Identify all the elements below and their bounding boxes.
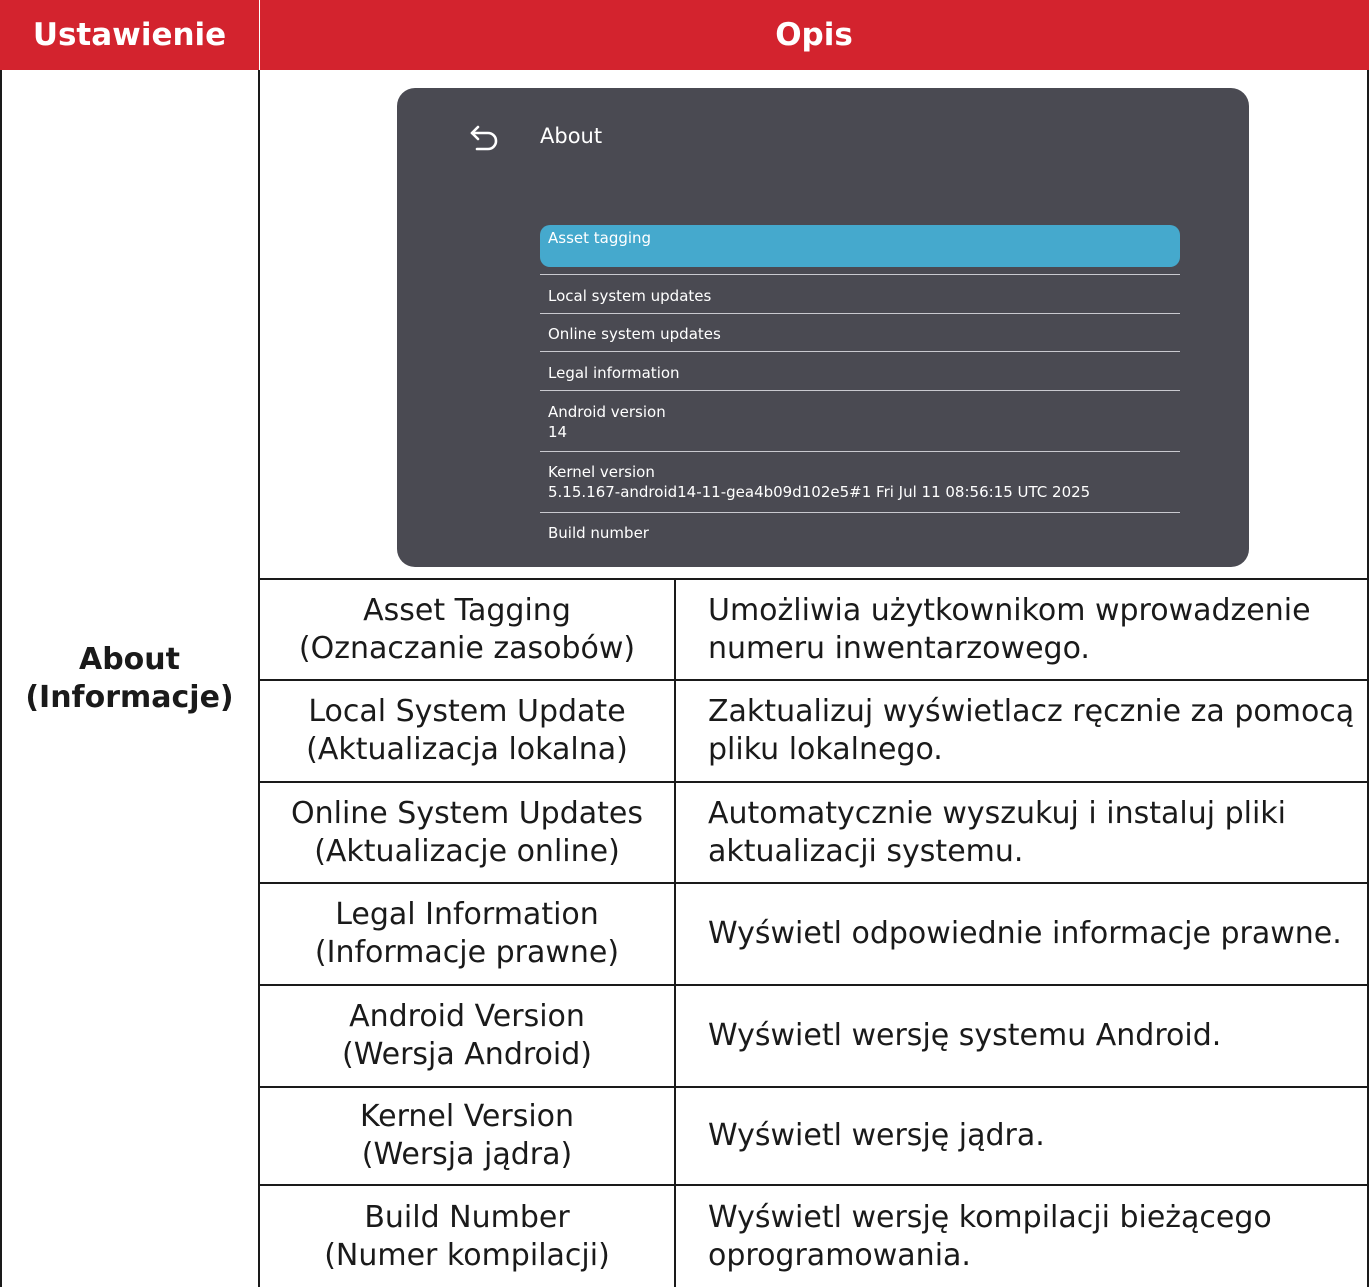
- row-name-line2: (Aktualizacja lokalna): [306, 732, 628, 767]
- row-desc-line2: pliku lokalnego.: [708, 732, 943, 767]
- row-desc-line1: Wyświetl wersję systemu Android.: [708, 1018, 1222, 1053]
- row-desc-build-number: Wyświetl wersję kompilacji bieżącego opro…: [675, 1186, 1369, 1287]
- menu-separator: [540, 451, 1180, 452]
- row-name-local-update: Local System Update (Aktualizacja lokalna…: [259, 681, 675, 781]
- menu-item-label: Kernel version: [548, 463, 655, 481]
- menu-item-asset-tagging: Asset tagging: [540, 225, 1180, 267]
- menu-item-legal-information: Legal information: [548, 364, 680, 382]
- row-name-line2: (Numer kompilacji): [324, 1237, 610, 1273]
- row-name-line2: (Wersja jądra): [361, 1137, 573, 1172]
- menu-item-android-version: Android version 14: [548, 403, 666, 441]
- menu-item-label: Legal information: [548, 364, 680, 382]
- row-desc-line1: Wyświetl wersję kompilacji bieżącego: [708, 1199, 1272, 1235]
- menu-separator: [540, 390, 1180, 391]
- row-desc-kernel-version: Wyświetl wersję jądra.: [675, 1088, 1369, 1184]
- row-desc-line1: Automatycznie wyszukuj i instaluj pliki: [708, 795, 1287, 831]
- row-desc-line2: numeru inwentarzowego.: [708, 630, 1090, 666]
- row-name-line2: (Aktualizacje online): [314, 833, 620, 869]
- menu-item-kernel-version: Kernel version 5.15.167-android14-11-gea…: [548, 463, 1090, 501]
- row-desc-local-update: Zaktualizuj wyświetlacz ręcznie za pomoc…: [675, 681, 1369, 781]
- row-name-line1: Build Number: [364, 1199, 570, 1235]
- table-header: Ustawienie Opis: [0, 0, 1369, 70]
- menu-separator: [540, 512, 1180, 513]
- row-name-asset-tagging: Asset Tagging (Oznaczanie zasobów): [259, 580, 675, 679]
- menu-separator: [540, 351, 1180, 352]
- row-name-line1: Online System Updates: [291, 795, 643, 831]
- row-name-line1: Kernel Version: [359, 1099, 575, 1134]
- row-name-legal-information: Legal Information (Informacje prawne): [259, 884, 675, 984]
- menu-item-local-updates: Local system updates: [548, 287, 711, 305]
- row-desc-android-version: Wyświetl wersję systemu Android.: [675, 986, 1369, 1086]
- row-name-online-updates: Online System Updates (Aktualizacje onlin…: [259, 783, 675, 882]
- about-screen-screenshot: About Asset tagging Local system updates…: [397, 88, 1249, 567]
- menu-item-label: Local system updates: [548, 287, 712, 305]
- row-desc-online-updates: Automatycznie wyszukuj i instaluj pliki a…: [675, 783, 1369, 882]
- screen-title: About: [540, 124, 603, 148]
- setting-name-line1: About: [78, 641, 180, 677]
- menu-separator: [540, 313, 1180, 314]
- header-description: Opis: [775, 17, 853, 53]
- row-desc-line1: Wyświetl wersję jądra.: [708, 1118, 1045, 1153]
- row-desc-legal-information: Wyświetl odpowiednie informacje prawne.: [675, 884, 1369, 984]
- row-name-android-version: Android Version (Wersja Android): [259, 986, 675, 1086]
- row-name-line1: Android Version: [349, 999, 585, 1034]
- menu-item-build-number: Build number: [548, 524, 649, 542]
- row-desc-asset-tagging: Umożliwia użytkownikom wprowadzenie numer…: [675, 580, 1369, 679]
- row-name-line2: (Oznaczanie zasobów): [298, 630, 636, 666]
- menu-item-label: Build number: [548, 524, 649, 542]
- row-desc-line1: Wyświetl odpowiednie informacje prawne.: [708, 916, 1342, 951]
- row-name-line1: Legal Information: [335, 897, 599, 932]
- row-name-line2: (Wersja Android): [342, 1037, 592, 1072]
- menu-item-label: Asset tagging: [548, 229, 652, 247]
- menu-item-label: Online system updates: [548, 325, 721, 343]
- setting-name-line2: (Informacje): [25, 679, 234, 715]
- menu-separator: [540, 274, 1180, 275]
- setting-name: About (Informacje): [0, 70, 259, 1287]
- menu-item-label: Android version: [548, 403, 666, 421]
- header-setting: Ustawienie: [32, 17, 227, 53]
- row-name-line1: Local System Update: [308, 694, 626, 729]
- row-desc-line1: Umożliwia użytkownikom wprowadzenie: [708, 592, 1311, 628]
- row-desc-line1: Zaktualizuj wyświetlacz ręcznie za pomoc…: [708, 694, 1355, 729]
- row-name-build-number: Build Number (Numer kompilacji): [259, 1186, 675, 1287]
- row-desc-line2: oprogramowania.: [708, 1237, 971, 1273]
- row-name-line1: Asset Tagging: [363, 592, 571, 628]
- menu-item-value: 14: [548, 423, 568, 441]
- menu-item-value: 5.15.167-android14-11-gea4b09d102e5#1 Fr…: [548, 483, 1091, 501]
- row-desc-line2: aktualizacji systemu.: [708, 833, 1024, 869]
- menu-item-online-updates: Online system updates: [548, 325, 721, 343]
- row-name-kernel-version: Kernel Version (Wersja jądra): [259, 1088, 675, 1184]
- back-arrow-icon: [470, 125, 498, 151]
- row-name-line2: (Informacje prawne): [314, 935, 620, 970]
